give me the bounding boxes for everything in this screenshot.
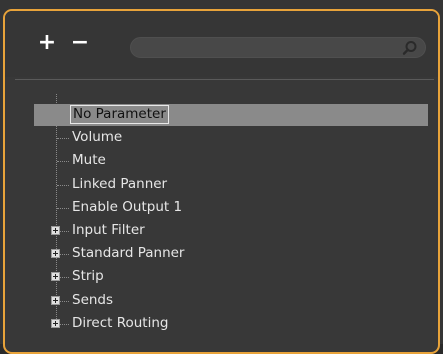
tree-item-label: Standard Panner: [72, 245, 185, 261]
toolbar: + −: [5, 11, 438, 77]
tree-item-label: Enable Output 1: [72, 199, 183, 215]
tree-item-label: Input Filter: [72, 222, 145, 238]
tree-item[interactable]: Direct Routing: [34, 313, 428, 335]
search-field[interactable]: [130, 37, 426, 58]
expand-plus-icon[interactable]: [51, 249, 60, 258]
tree-connector: [57, 208, 69, 209]
expand-plus-icon[interactable]: [51, 226, 60, 235]
tree-item-label: Strip: [72, 268, 104, 284]
tree-item-label: Direct Routing: [72, 315, 169, 331]
expand-plus-icon[interactable]: [51, 296, 60, 305]
search-icon[interactable]: [401, 39, 419, 57]
tree-item-label: Linked Panner: [72, 176, 168, 192]
toolbar-divider: [15, 79, 434, 80]
tree-item-label: Sends: [72, 292, 114, 308]
tree-item[interactable]: Strip: [34, 266, 428, 288]
parameter-browser-frame: + − No Parameter Volume Mute Linked Panner E…: [3, 9, 440, 354]
expand-plus-icon[interactable]: [51, 272, 60, 281]
tree-item[interactable]: Sends: [34, 290, 428, 312]
tree-connector: [57, 185, 69, 186]
add-button[interactable]: +: [37, 32, 57, 54]
parameter-panel: + − No Parameter Volume Mute Linked Panner E…: [0, 0, 443, 354]
tree-item-label: Volume: [72, 129, 123, 145]
tree-item[interactable]: No Parameter: [34, 104, 428, 126]
tree-item[interactable]: Volume: [34, 127, 428, 149]
tree-connector: [57, 161, 69, 162]
tree-connector: [57, 115, 69, 116]
tree-item[interactable]: Input Filter: [34, 220, 428, 242]
tree-connector: [57, 138, 69, 139]
tree-item[interactable]: Standard Panner: [34, 243, 428, 265]
tree-item-label: No Parameter: [70, 105, 169, 124]
remove-button[interactable]: −: [70, 32, 90, 54]
tree-item[interactable]: Enable Output 1: [34, 197, 428, 219]
expand-plus-icon[interactable]: [51, 319, 60, 328]
search-input[interactable]: [141, 39, 395, 58]
tree-item-label: Mute: [72, 152, 106, 168]
tree-item[interactable]: Mute: [34, 150, 428, 172]
tree-item[interactable]: Linked Panner: [34, 174, 428, 196]
